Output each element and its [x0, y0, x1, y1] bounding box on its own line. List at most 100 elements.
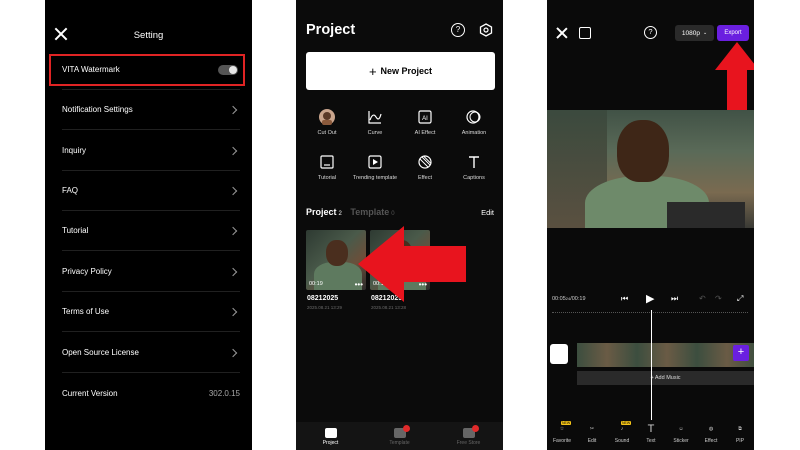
effect-icon: ◍	[708, 426, 714, 432]
playhead[interactable]	[651, 310, 652, 420]
tool-effect[interactable]: Effect	[400, 153, 450, 181]
chevron-right-icon	[228, 226, 238, 235]
project-date: 2025.08.21 13:29	[307, 305, 343, 310]
new-badge: NEW	[561, 421, 572, 425]
settings-row-label: Notification Settings	[62, 105, 133, 114]
tool-animation[interactable]: Animation	[449, 108, 499, 136]
video-clip[interactable]	[577, 343, 754, 367]
favorite-star-icon: ☆ NEW	[559, 421, 572, 432]
redo-icon[interactable]: ↷	[715, 294, 722, 303]
settings-row-label: Tutorial	[62, 226, 89, 235]
settings-row-label: Terms of Use	[62, 307, 110, 316]
tool-cut-out[interactable]: Cut Out	[302, 108, 352, 136]
nav-template[interactable]: Template	[370, 422, 430, 450]
help-icon[interactable]: ?	[644, 26, 657, 39]
close-icon[interactable]	[556, 27, 568, 39]
settings-hexagon-icon[interactable]	[479, 23, 493, 37]
tool-trending-template[interactable]: Trending template	[350, 153, 400, 181]
tool-effect[interactable]: ◍ Effect	[696, 422, 726, 444]
settings-row-inquiry[interactable]: Inquiry	[62, 131, 240, 171]
notification-badge	[402, 425, 410, 432]
chevron-right-icon	[228, 348, 238, 357]
settings-row-label: Inquiry	[62, 146, 87, 155]
tool-text[interactable]: T Text	[636, 422, 666, 444]
resolution-select[interactable]: 1080p ⌄	[675, 25, 714, 41]
settings-row-privacy[interactable]: Privacy Policy	[62, 252, 240, 292]
tool-captions[interactable]: Captions	[449, 153, 499, 181]
add-clip-button[interactable]: +	[733, 345, 749, 361]
project-tabs: Project 2 Template 0	[306, 207, 395, 217]
chevron-right-icon	[228, 307, 238, 316]
project-screen: Project ? + New Project Cut Out Curve AI…	[296, 0, 503, 450]
cutout-avatar-icon	[318, 108, 336, 126]
tool-edit[interactable]: ✂ Edit	[577, 422, 607, 444]
chevron-right-icon	[228, 186, 238, 195]
red-arrow-left	[358, 226, 466, 302]
help-icon[interactable]: ?	[451, 23, 465, 37]
edit-button[interactable]: Edit	[481, 208, 494, 217]
tool-ai-effect[interactable]: AI AI Effect	[400, 108, 450, 136]
settings-row-tutorial[interactable]: Tutorial	[62, 211, 240, 251]
skip-forward-icon[interactable]: ⏭	[671, 294, 678, 304]
settings-row-faq[interactable]: FAQ	[62, 171, 240, 211]
tool-sticker[interactable]: ☺ Sticker	[666, 422, 696, 444]
tool-sound[interactable]: ♪ NEW Sound	[607, 421, 637, 444]
version-value: 302.0.15	[208, 388, 240, 398]
editor-screen: ? 1080p ⌄ Export 00:0524/00:19 ⏮ ▶ ⏭ ↶ ↷…	[547, 0, 754, 450]
plus-icon: +	[368, 63, 377, 79]
svg-text:AI: AI	[422, 116, 428, 122]
sound-note-icon: ♪ NEW	[620, 421, 632, 432]
bottom-navigation: Project Template Free Store	[296, 422, 503, 450]
settings-row-label: Open Source License	[62, 348, 139, 357]
tool-pip[interactable]: ⧉ PIP	[725, 422, 754, 444]
captions-icon	[465, 153, 483, 171]
tab-project[interactable]: Project	[306, 207, 337, 217]
new-project-button[interactable]: + New Project	[306, 52, 495, 90]
tool-curve[interactable]: Curve	[350, 108, 400, 136]
page-title: Project	[306, 22, 356, 38]
playback-controls: 00:0524/00:19 ⏮ ▶ ⏭ ↶ ↷ ⤢	[547, 292, 754, 306]
add-music-button[interactable]: + Add Music	[577, 371, 754, 385]
undo-icon[interactable]: ↶	[699, 294, 706, 303]
settings-row-open-source[interactable]: Open Source License	[62, 333, 240, 373]
tutorial-icon	[318, 153, 336, 171]
skip-back-icon[interactable]: ⏮	[621, 294, 628, 304]
timeline-ruler	[552, 312, 748, 316]
project-film-icon	[324, 428, 337, 438]
pip-icon: ⧉	[738, 426, 742, 432]
track-handle[interactable]	[550, 344, 568, 364]
settings-title: Setting	[133, 30, 164, 41]
trending-template-icon	[366, 153, 384, 171]
ai-effect-icon: AI	[416, 108, 434, 126]
notification-badge	[471, 425, 479, 432]
sticker-icon: ☺	[678, 426, 684, 432]
project-duration: 00:19	[309, 281, 323, 287]
project-thumbnail[interactable]: 00:19 •••	[306, 230, 366, 290]
settings-row-label: Current Version	[62, 388, 118, 398]
effect-icon	[416, 153, 434, 171]
highlight-box	[49, 54, 245, 86]
chevron-down-icon: ⌄	[702, 30, 708, 36]
chevron-right-icon	[228, 146, 238, 155]
new-project-label: New Project	[380, 66, 433, 76]
nav-project[interactable]: Project	[301, 422, 361, 450]
chevron-right-icon	[228, 105, 238, 114]
tool-favorite[interactable]: ☆ NEW Favorite	[547, 421, 577, 444]
export-button[interactable]: Export	[717, 25, 749, 41]
template-count: 0	[391, 211, 395, 217]
nav-free-store[interactable]: Free Store	[439, 422, 499, 450]
tool-tutorial[interactable]: Tutorial	[302, 153, 352, 181]
fullscreen-icon[interactable]: ⤢	[737, 294, 743, 304]
play-icon[interactable]: ▶	[646, 292, 654, 305]
scissors-icon: ✂	[589, 426, 595, 432]
video-preview[interactable]	[547, 110, 754, 228]
curve-icon	[366, 108, 384, 126]
tab-template[interactable]: Template	[350, 207, 389, 217]
project-film-icon[interactable]	[579, 27, 591, 39]
new-badge: NEW	[621, 421, 632, 425]
text-icon: T	[647, 423, 655, 435]
project-date: 2025.08.21 13:28	[371, 305, 407, 310]
settings-row-notification[interactable]: Notification Settings	[62, 90, 240, 130]
settings-row-terms[interactable]: Terms of Use	[62, 292, 240, 332]
settings-row-version: Current Version 302.0.15	[62, 373, 240, 413]
